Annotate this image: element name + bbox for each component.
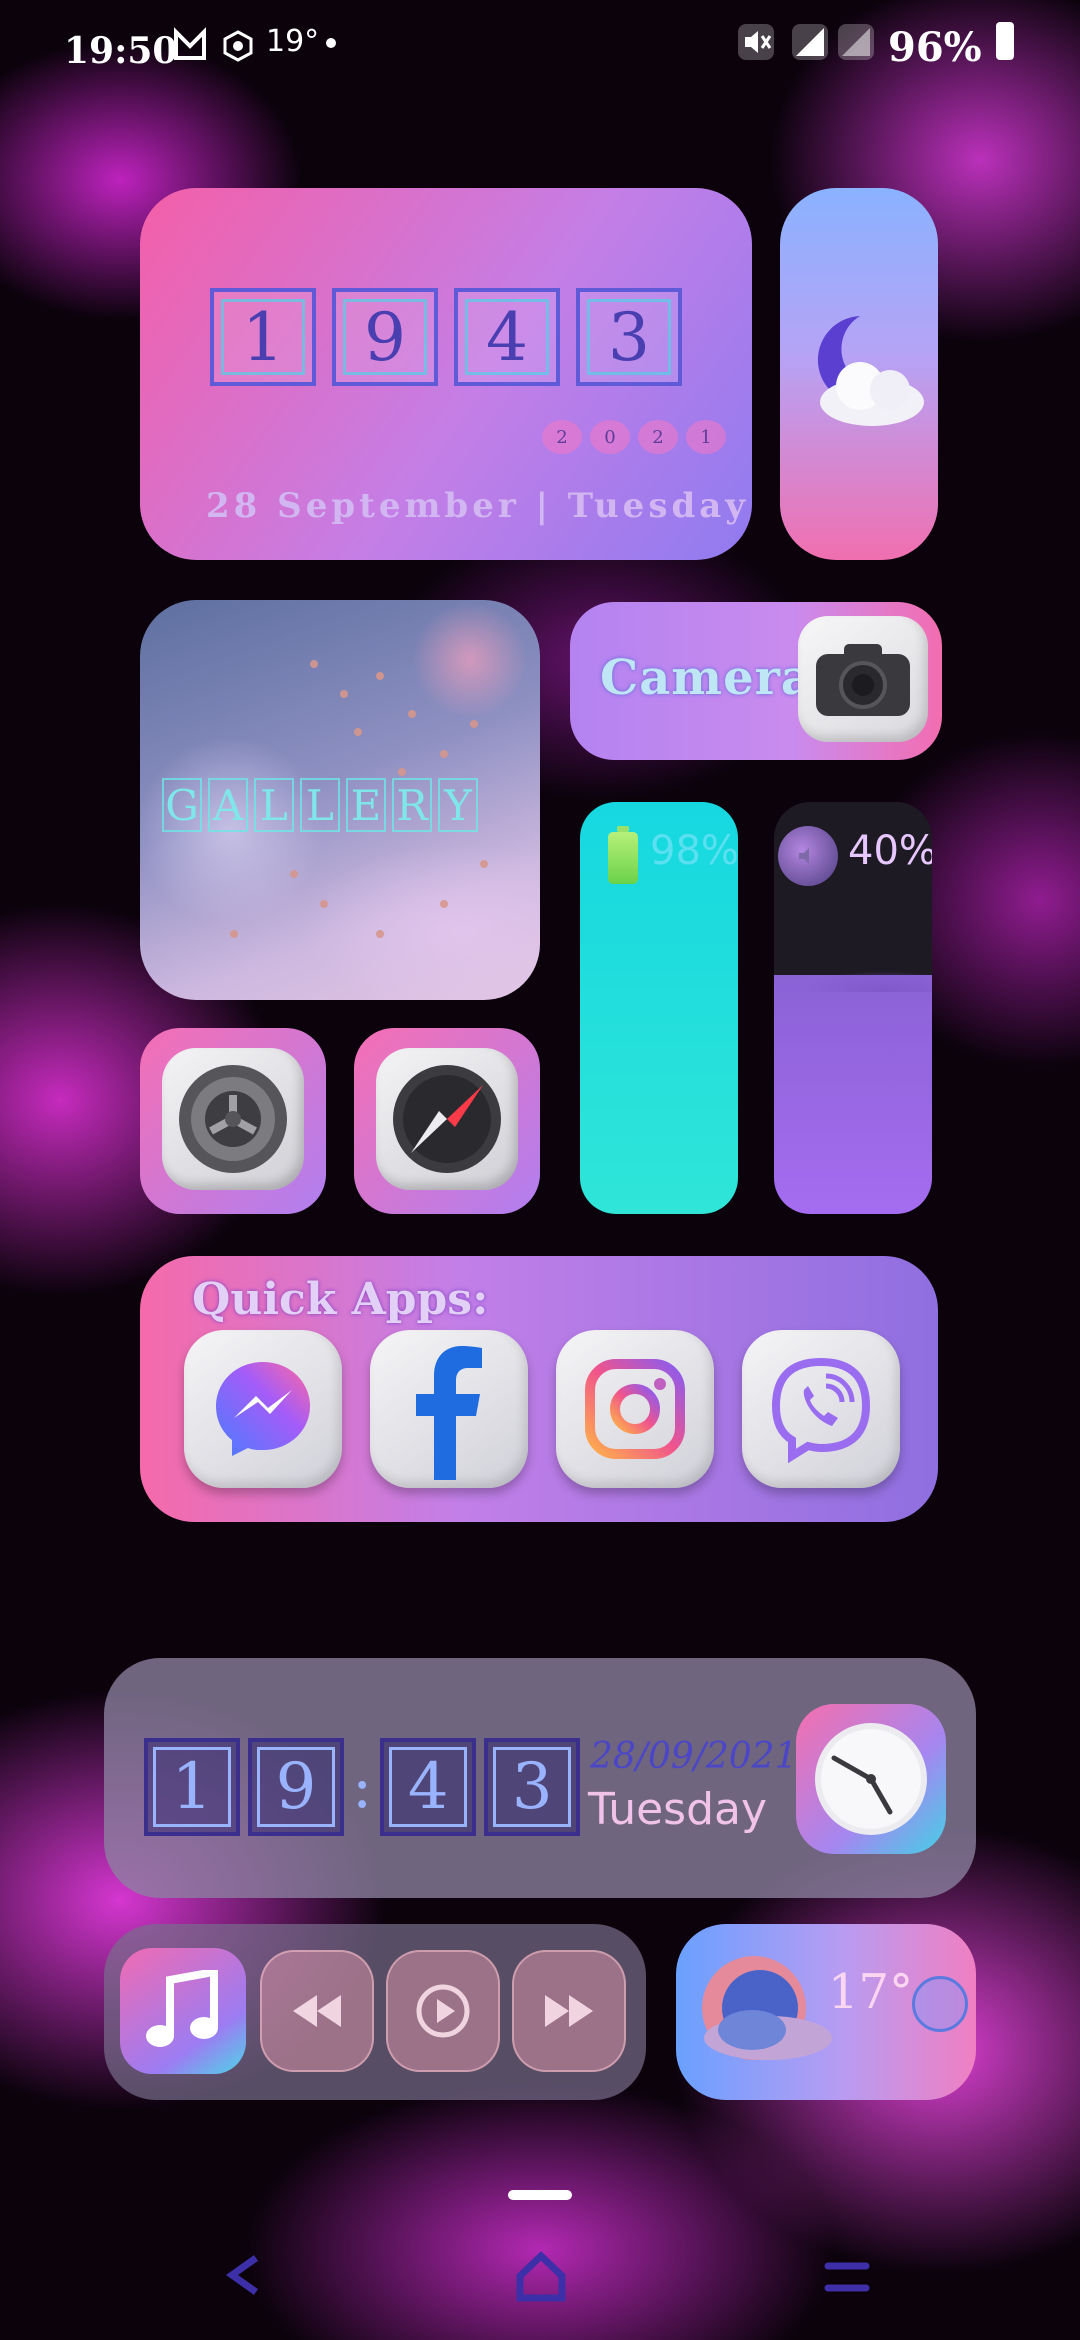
compass-icon — [376, 1048, 518, 1190]
digital-clock-date: 28/09/2021 — [590, 1736, 798, 1777]
clock-digit: 4 — [380, 1738, 477, 1836]
weather-temperature: 17° — [828, 1964, 914, 2020]
back-button[interactable] — [220, 2250, 270, 2304]
fast-forward-icon — [545, 1995, 593, 2027]
rewind-icon — [293, 1995, 341, 2027]
gallery-letter: Y — [438, 778, 478, 832]
instagram-icon — [585, 1359, 685, 1459]
clock-widget[interactable]: 1 9 4 3 2 0 2 1 28 September | Tuesday — [140, 188, 752, 560]
viber-icon — [771, 1357, 871, 1464]
year-digits: 2 0 2 1 — [542, 420, 726, 454]
recents-button[interactable] — [820, 2250, 874, 2308]
year-digit: 2 — [638, 420, 678, 454]
clock-digit: 9 — [248, 1738, 344, 1836]
gallery-letter: A — [208, 778, 248, 832]
music-widget — [104, 1924, 646, 2100]
previous-button[interactable] — [260, 1950, 374, 2072]
weather-badge-icon — [912, 1976, 968, 2032]
signal-2-icon — [836, 22, 876, 66]
weather-widget[interactable] — [780, 188, 938, 560]
status-bar: 19:50 19° 96% — [0, 0, 1080, 90]
weather-icon — [222, 30, 254, 66]
gallery-widget[interactable]: G A L L E R Y — [140, 600, 540, 1000]
clock-app[interactable] — [796, 1704, 946, 1854]
clock-icon — [815, 1723, 927, 1835]
clock-separator: : — [352, 1752, 373, 1822]
moon-cloud-icon — [817, 316, 924, 426]
facebook-app[interactable] — [370, 1330, 528, 1488]
status-battery: 96% — [888, 24, 982, 71]
next-button[interactable] — [512, 1950, 626, 2072]
status-temperature: 19° — [266, 24, 320, 59]
volume-icon — [778, 826, 838, 886]
battery-icon — [996, 22, 1014, 60]
settings-app[interactable] — [140, 1028, 326, 1214]
messenger-app[interactable] — [184, 1330, 342, 1488]
home-icon — [516, 2251, 566, 2302]
play-button[interactable] — [386, 1950, 500, 2072]
camera-icon — [798, 616, 928, 742]
instagram-app[interactable] — [556, 1330, 714, 1488]
weather-widget-2[interactable]: 17° — [676, 1924, 976, 2100]
app-notification-icon — [172, 26, 208, 66]
messenger-icon — [216, 1362, 310, 1456]
clock-digit: 4 — [454, 288, 560, 386]
digital-clock-widget[interactable]: 1 9 : 4 3 28/09/2021 Tuesday — [104, 1658, 976, 1898]
status-time: 19:50 — [64, 30, 178, 72]
camera-widget[interactable]: Camera — [570, 602, 942, 760]
clock-date: 28 September | Tuesday — [206, 486, 750, 526]
gallery-letter: L — [300, 778, 340, 832]
year-digit: 0 — [590, 420, 630, 454]
play-icon — [416, 1984, 470, 2038]
gallery-letter: E — [346, 778, 386, 832]
year-digit: 2 — [542, 420, 582, 454]
clock-digit: 1 — [144, 1738, 240, 1836]
gallery-letter: L — [254, 778, 294, 832]
gallery-label: G A L L E R Y — [162, 778, 478, 832]
quick-apps-widget: Quick Apps: — [140, 1256, 938, 1522]
clock-digit: 1 — [210, 288, 316, 386]
clock-digits: 1 9 4 3 — [210, 288, 682, 386]
facebook-icon — [416, 1346, 482, 1480]
camera-label: Camera — [600, 650, 814, 706]
quick-apps-title: Quick Apps: — [192, 1274, 489, 1325]
back-icon — [225, 2255, 259, 2295]
battery-widget[interactable]: 98% — [580, 802, 738, 1214]
viber-app[interactable] — [742, 1330, 900, 1488]
clock-digit: 3 — [576, 288, 682, 386]
home-button[interactable] — [514, 2250, 568, 2308]
notification-dot — [326, 38, 336, 48]
volume-widget[interactable]: 40% — [774, 802, 932, 1214]
mute-icon — [736, 22, 776, 66]
gesture-bar[interactable] — [508, 2190, 572, 2200]
digital-clock-day: Tuesday — [588, 1784, 768, 1835]
digital-clock-digits: 1 9 : 4 3 — [144, 1738, 581, 1836]
browser-app[interactable] — [354, 1028, 540, 1214]
gallery-letter: G — [162, 778, 202, 832]
battery-percent: 98% — [650, 828, 738, 874]
recents-icon — [824, 2262, 870, 2292]
weather-icon — [702, 1956, 832, 2060]
clock-digit: 3 — [484, 1738, 581, 1836]
gallery-letter: R — [392, 778, 432, 832]
music-note-icon — [146, 1970, 218, 2047]
volume-level-fill — [774, 975, 932, 1214]
settings-icon — [162, 1048, 304, 1190]
battery-charging-icon — [608, 826, 638, 884]
signal-icon — [790, 22, 830, 66]
volume-percent: 40% — [848, 828, 932, 874]
music-app[interactable] — [120, 1948, 246, 2074]
year-digit: 1 — [686, 420, 726, 454]
clock-digit: 9 — [332, 288, 438, 386]
